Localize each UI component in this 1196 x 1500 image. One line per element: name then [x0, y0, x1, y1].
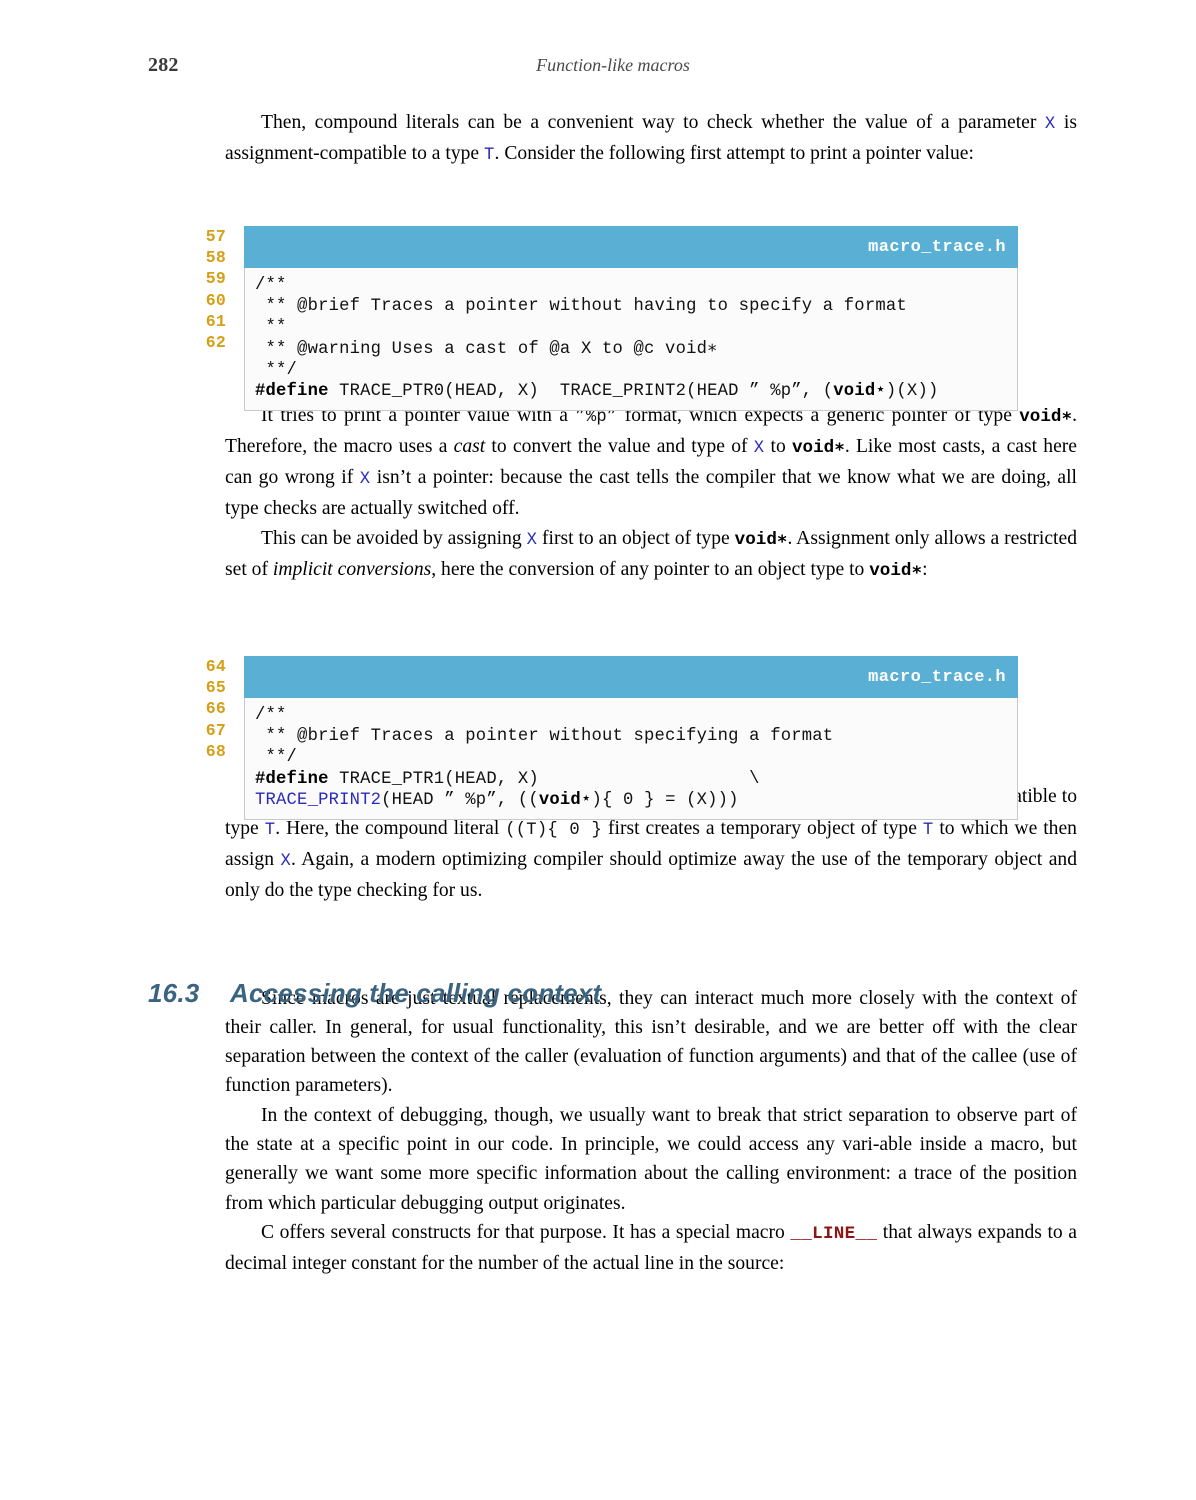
code-body-2: /** ** @brief Traces a pointer without s… — [244, 698, 1018, 820]
code-line-call: TRACE_PRINT2(HEAD ” %p”, ((void⋆){ 0 } =… — [255, 790, 739, 810]
inline-code-T-1: T — [264, 820, 276, 840]
line-number: 60 — [205, 290, 226, 310]
inline-keyword-voidptr-2: void∗ — [792, 437, 845, 458]
line-number: 61 — [205, 311, 226, 331]
code-line: **/ — [255, 360, 298, 380]
inline-code-X-5: X — [280, 851, 291, 871]
p3-seg4: , here the conversion of any pointer to … — [431, 559, 870, 581]
code-line-define: #define TRACE_PTR1(HEAD, X) \ — [255, 769, 760, 789]
code-line-define: #define TRACE_PTR0(HEAD, X) TRACE_PRINT2… — [255, 381, 939, 401]
emphasis-cast: cast — [453, 435, 486, 457]
p4-seg4: . Here, the compound literal — [275, 817, 506, 839]
inline-code-T: T — [484, 146, 495, 166]
line-number: 57 — [205, 227, 226, 246]
code-line: /** — [255, 706, 287, 725]
code-panel-2: macro_trace.h /** ** @brief Traces a poi… — [244, 656, 1018, 820]
line-number: 67 — [205, 720, 226, 740]
document-page: 282 Function-like macros Then, compound … — [0, 0, 1196, 1500]
line-number-gutter-1: 57 58 59 60 61 62 — [182, 226, 226, 353]
line-number: 65 — [205, 678, 226, 698]
inline-code-T-2: T — [922, 820, 934, 840]
inline-code-X-2: X — [359, 470, 371, 490]
code-line: **/ — [255, 748, 298, 768]
code-line: ** @brief Traces a pointer without havin… — [255, 297, 907, 317]
running-title: Function-like macros — [536, 55, 690, 75]
line-number: 68 — [205, 741, 226, 761]
inline-keyword-voidptr-4: void∗ — [869, 561, 923, 582]
line-number: 66 — [205, 699, 226, 719]
line-number: 64 — [205, 657, 226, 676]
running-head: 282 Function-like macros — [148, 54, 1078, 80]
line-number-gutter-2: 64 65 66 67 68 — [182, 656, 226, 762]
inline-code-compound-2: ((T){ 0 } — [505, 820, 603, 840]
p1-seg1: Then, compound literals can be a conveni… — [261, 112, 1045, 133]
section-heading: 16.3 Accessing the calling context — [148, 978, 1078, 1009]
code-filename: macro_trace.h — [868, 667, 1006, 687]
paragraph-7: C offers several constructs for that pur… — [225, 1218, 1077, 1279]
p3-seg1: This can be avoided by assigning — [261, 527, 527, 549]
section-number: 16.3 — [148, 978, 200, 1008]
inline-code-X-3: X — [526, 530, 538, 550]
p2-seg5: to — [764, 435, 792, 457]
inline-code-X: X — [1044, 115, 1056, 134]
code-line: ** @warning Uses a cast of @a X to @c vo… — [255, 339, 718, 359]
paragraph-1: Then, compound literals can be a conveni… — [225, 108, 1077, 171]
code-line: /** — [255, 276, 287, 295]
inline-code-X-1: X — [753, 438, 765, 458]
p3-seg2: first to an object of type — [537, 527, 735, 549]
p4-seg5: first creates a temporary object of type — [602, 817, 923, 839]
paragraph-2: It tries to print a pointer value with a… — [225, 401, 1077, 524]
code-filename-bar-2: macro_trace.h — [244, 656, 1018, 698]
code-filename: macro_trace.h — [868, 237, 1006, 257]
code-filename-bar-1: macro_trace.h — [244, 226, 1018, 268]
code-body-1: /** ** @brief Traces a pointer without h… — [244, 268, 1018, 412]
paragraph-3: This can be avoided by assigning X first… — [225, 524, 1077, 587]
inline-keyword-voidptr-1: void∗ — [1019, 406, 1073, 427]
p4-seg7: . Again, a modern optimizing compiler sh… — [225, 848, 1077, 902]
line-number: 58 — [205, 248, 226, 268]
code-line: ** @brief Traces a pointer without speci… — [255, 727, 834, 747]
p1-seg3: . Consider the following first attempt t… — [494, 143, 974, 165]
code-panel-1: macro_trace.h /** ** @brief Traces a poi… — [244, 226, 1018, 412]
p7-seg1: C offers several constructs for that pur… — [261, 1221, 791, 1243]
inline-macro-line: __LINE__ — [790, 1223, 878, 1244]
line-number: 59 — [205, 269, 226, 289]
p2-seg4: to convert the value and type of — [485, 435, 754, 457]
paragraph-6: In the context of debugging, though, we … — [225, 1104, 1077, 1214]
section-title: Accessing the calling context — [230, 978, 602, 1008]
emphasis-implicit-conversions: implicit conversions — [272, 559, 432, 581]
p3-seg5: : — [922, 559, 928, 581]
code-line: ** — [255, 318, 287, 338]
inline-keyword-voidptr-3: void∗ — [734, 529, 788, 550]
line-number: 62 — [205, 332, 226, 352]
